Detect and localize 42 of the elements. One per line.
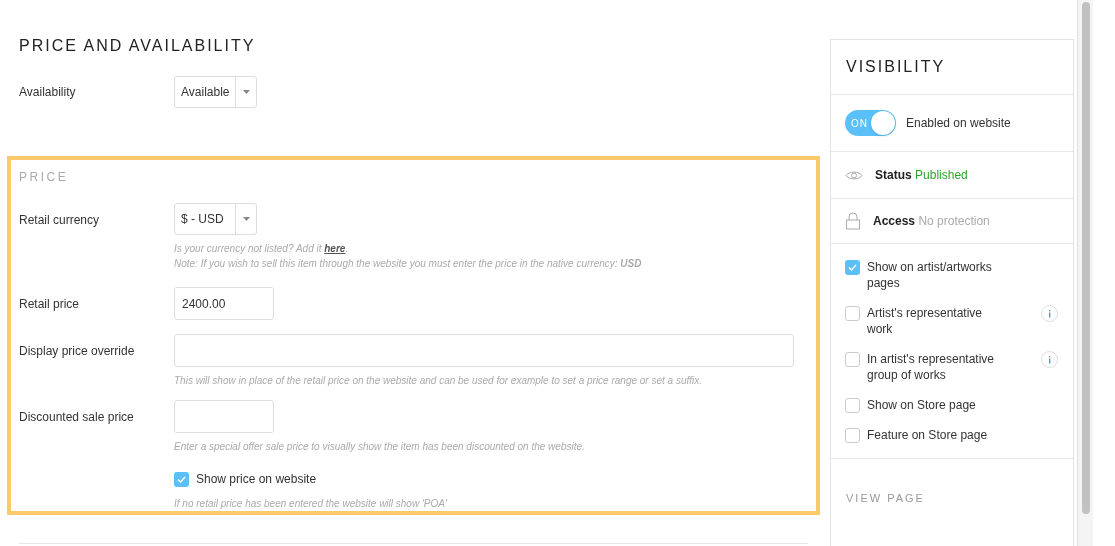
eye-icon: [845, 169, 863, 181]
checkbox-label: Artist's representative work: [867, 305, 983, 337]
toggle-label: Enabled on website: [906, 115, 1011, 132]
section-title: PRICE AND AVAILABILITY: [19, 36, 256, 56]
checkbox[interactable]: [845, 260, 860, 275]
field-label: Discounted sale price: [19, 410, 134, 424]
hint-text: Is your currency not listed? Add it here.: [174, 243, 349, 254]
text-field[interactable]: 2400.00: [174, 287, 274, 320]
section-heading: PRICE: [19, 169, 69, 186]
checkbox-label: Show on Store page: [867, 397, 977, 413]
field-label: Retail currency: [19, 213, 100, 227]
field-label: Display price override: [19, 344, 135, 358]
checkbox[interactable]: [845, 352, 860, 367]
hint-text: If no retail price has been entered the website will show 'POA': [174, 497, 447, 511]
text-field[interactable]: [174, 334, 794, 367]
checkbox-label: Show on artist/artworks pages: [867, 259, 993, 291]
field-label: Retail price: [19, 297, 80, 311]
availability-select[interactable]: Available: [174, 76, 258, 108]
hint-text: Note: If you wish to sell this item through the website you must enter the price in the native currency: USD: [174, 258, 642, 269]
checkbox[interactable]: [845, 398, 860, 413]
checkbox-label: Show price on website: [196, 471, 317, 488]
panel-title: VISIBILITY: [846, 57, 946, 77]
currency-select[interactable]: $ - USD: [174, 203, 257, 235]
hint-text: This will show in place of the retail price on the website and can be used for example to set a price range or set a suffix.: [174, 375, 703, 386]
caret-icon: [243, 90, 250, 94]
status-text: Status Published: [875, 167, 968, 184]
scrollbar[interactable]: [1077, 0, 1093, 546]
field-label: Availability: [19, 84, 77, 101]
hint-text: Enter a special offer sale price to visually show the item has been discounted on the website.: [174, 441, 585, 452]
checkmark-icon: [848, 264, 857, 271]
select-value: Available: [180, 84, 231, 101]
checkmark-icon: [177, 475, 186, 483]
checkbox[interactable]: [174, 471, 189, 487]
checkbox-label: In artist's representative group of works: [867, 351, 995, 383]
caret-icon: [242, 217, 250, 221]
status-text: Access No protection: [873, 213, 990, 230]
checkbox[interactable]: [845, 428, 860, 443]
select-value: $ - USD: [180, 211, 225, 228]
lock-icon: [845, 212, 861, 230]
checkbox-label: Feature on Store page: [867, 427, 989, 443]
checkbox[interactable]: [845, 306, 860, 321]
text-field[interactable]: [174, 400, 274, 433]
